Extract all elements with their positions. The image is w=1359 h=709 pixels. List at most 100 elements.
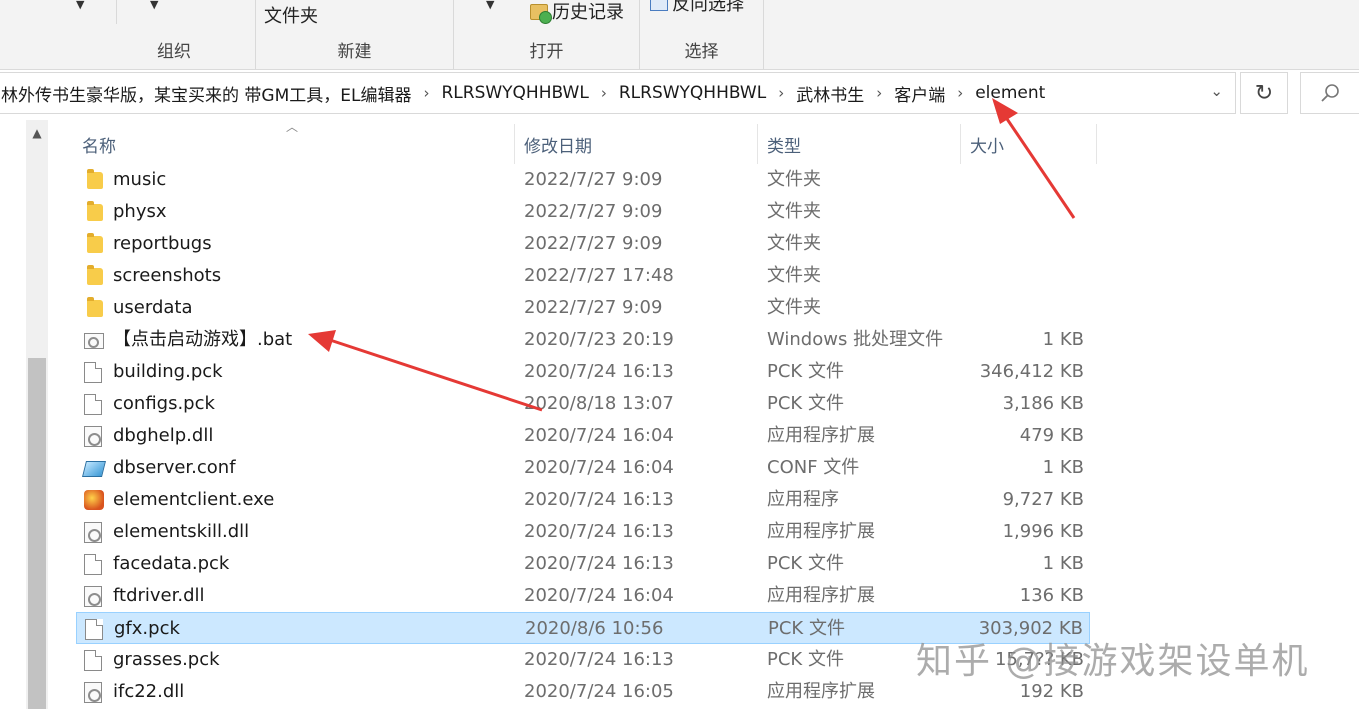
scroll-up-icon[interactable]: ▲ xyxy=(26,126,48,140)
file-date: 2020/7/24 16:04 xyxy=(524,585,674,606)
conf-icon xyxy=(82,461,106,477)
file-name: ftdriver.dll xyxy=(113,585,205,606)
file-size: 1 KB xyxy=(1042,457,1084,478)
chevron-right-icon[interactable]: › xyxy=(411,84,439,102)
file-type: Windows 批处理文件 xyxy=(767,329,944,350)
file-type: PCK 文件 xyxy=(767,553,844,574)
file-row[interactable]: elementclient.exe 2020/7/24 16:13 应用程序 9,72… xyxy=(76,484,1090,516)
dll-icon xyxy=(84,426,102,447)
file-date: 2020/7/24 16:13 xyxy=(524,361,674,382)
navigation-scrollbar[interactable]: ▲ xyxy=(26,120,48,709)
file-row[interactable]: dbserver.conf 2020/7/24 16:04 CONF 文件 1 KB xyxy=(76,452,1090,484)
file-row[interactable]: reportbugs 2022/7/27 9:09 文件夹 xyxy=(76,228,1090,260)
file-name: elementskill.dll xyxy=(113,521,250,542)
breadcrumb-item-current[interactable]: element xyxy=(973,83,1045,103)
ribbon-group-new: 文件夹 新建 xyxy=(256,0,454,69)
breadcrumb-item[interactable]: 客户端 xyxy=(892,81,945,106)
file-date: 2020/7/24 16:13 xyxy=(524,489,674,510)
chevron-down-icon[interactable]: ▼ xyxy=(486,0,494,11)
file-row[interactable]: elementskill.dll 2020/7/24 16:13 应用程序扩展 1,9… xyxy=(76,516,1090,548)
file-type: 文件夹 xyxy=(767,265,821,286)
file-type: 文件夹 xyxy=(767,297,821,318)
file-type: 应用程序扩展 xyxy=(767,681,875,702)
file-name: configs.pck xyxy=(113,393,215,414)
file-date: 2020/7/24 16:04 xyxy=(524,425,674,446)
file-date: 2020/7/24 16:05 xyxy=(524,681,674,702)
file-row[interactable]: configs.pck 2020/8/18 13:07 PCK 文件 3,186 KB xyxy=(76,388,1090,420)
file-name: dbserver.conf xyxy=(113,457,236,478)
file-type: PCK 文件 xyxy=(768,618,845,639)
column-header-date[interactable]: 修改日期 xyxy=(524,124,754,164)
file-name: facedata.pck xyxy=(113,553,230,574)
column-divider[interactable] xyxy=(757,124,758,164)
file-name: grasses.pck xyxy=(113,649,220,670)
dll-icon xyxy=(84,522,102,543)
column-divider[interactable] xyxy=(514,124,515,164)
file-date: 2022/7/27 9:09 xyxy=(524,297,663,318)
file-size: 3,186 KB xyxy=(1002,393,1084,414)
file-row[interactable]: physx 2022/7/27 9:09 文件夹 xyxy=(76,196,1090,228)
refresh-button[interactable]: ↻ xyxy=(1240,72,1288,114)
file-name: physx xyxy=(113,201,167,222)
file-type: 应用程序 xyxy=(767,489,839,510)
address-bar[interactable]: 林外传书生豪华版，某宝买来的 带GM工具，EL编辑器 › RLRSWYQHHBW… xyxy=(0,72,1236,114)
breadcrumb-item[interactable]: 林外传书生豪华版，某宝买来的 带GM工具，EL编辑器 xyxy=(0,81,411,106)
file-row[interactable]: facedata.pck 2020/7/24 16:13 PCK 文件 1 KB xyxy=(76,548,1090,580)
file-icon xyxy=(84,362,102,383)
refresh-icon: ↻ xyxy=(1254,80,1274,106)
file-type: PCK 文件 xyxy=(767,649,844,670)
dll-icon xyxy=(84,586,102,607)
file-name: reportbugs xyxy=(113,233,212,254)
file-row[interactable]: 【点击启动游戏】.bat 2020/7/23 20:19 Windows 批处理文件… xyxy=(76,324,1090,356)
file-row[interactable]: ftdriver.dll 2020/7/24 16:04 应用程序扩展 136 KB xyxy=(76,580,1090,612)
new-folder-button[interactable]: 文件夹 xyxy=(264,2,318,28)
file-date: 2020/7/24 16:13 xyxy=(524,553,674,574)
folder-icon xyxy=(87,265,103,285)
scrollbar-thumb[interactable] xyxy=(28,358,46,709)
history-label: 历史记录 xyxy=(552,2,624,23)
ribbon-group-open: ▼ 历史记录 打开 xyxy=(454,0,640,69)
column-divider[interactable] xyxy=(1096,124,1097,164)
address-dropdown-icon[interactable]: ⌄ xyxy=(1210,82,1223,100)
invert-selection-icon xyxy=(650,0,668,11)
file-date: 2022/7/27 9:09 xyxy=(524,201,663,222)
file-date: 2020/7/23 20:19 xyxy=(524,329,674,350)
file-size: 479 KB xyxy=(1019,425,1084,446)
file-row[interactable]: screenshots 2022/7/27 17:48 文件夹 xyxy=(76,260,1090,292)
column-header-label: 修改日期 xyxy=(524,136,592,157)
file-row[interactable]: music 2022/7/27 9:09 文件夹 xyxy=(76,164,1090,196)
file-row[interactable]: dbghelp.dll 2020/7/24 16:04 应用程序扩展 479 KB xyxy=(76,420,1090,452)
invert-selection-button[interactable]: 反向选择 xyxy=(650,0,744,16)
file-size: 136 KB xyxy=(1019,585,1084,606)
column-header-size[interactable]: 大小 xyxy=(970,124,1094,164)
file-date: 2022/7/27 9:09 xyxy=(524,169,663,190)
ribbon-group-label: 新建 xyxy=(337,42,372,62)
column-header-label: 名称 xyxy=(82,136,116,157)
search-box[interactable] xyxy=(1300,72,1359,114)
address-row: 林外传书生豪华版，某宝买来的 带GM工具，EL编辑器 › RLRSWYQHHBW… xyxy=(0,70,1359,116)
file-name: 【点击启动游戏】.bat xyxy=(113,329,293,350)
history-button[interactable]: 历史记录 xyxy=(530,0,624,24)
chevron-right-icon[interactable]: › xyxy=(766,84,794,102)
file-row[interactable]: userdata 2022/7/27 9:09 文件夹 xyxy=(76,292,1090,324)
invert-selection-label: 反向选择 xyxy=(672,0,744,15)
file-date: 2020/7/24 16:04 xyxy=(524,457,674,478)
column-header-type[interactable]: 类型 xyxy=(767,124,957,164)
file-type: CONF 文件 xyxy=(767,457,860,478)
search-icon xyxy=(1321,84,1339,102)
file-size: 1,996 KB xyxy=(1002,521,1084,542)
chevron-right-icon[interactable]: › xyxy=(589,84,617,102)
ribbon-group-label: 打开 xyxy=(529,42,564,62)
chevron-right-icon[interactable]: › xyxy=(864,84,892,102)
chevron-right-icon[interactable]: › xyxy=(945,84,973,102)
file-date: 2022/7/27 9:09 xyxy=(524,233,663,254)
breadcrumb-item[interactable]: 武林书生 xyxy=(794,81,864,106)
column-header-label: 大小 xyxy=(970,136,1004,157)
breadcrumb-item[interactable]: RLRSWYQHHBWL xyxy=(617,83,766,103)
file-row[interactable]: building.pck 2020/7/24 16:13 PCK 文件 346,412… xyxy=(76,356,1090,388)
column-header-name[interactable]: 名称 xyxy=(82,124,512,164)
file-size: 9,727 KB xyxy=(1002,489,1084,510)
column-divider[interactable] xyxy=(960,124,961,164)
breadcrumb-item[interactable]: RLRSWYQHHBWL xyxy=(439,83,588,103)
file-type: 文件夹 xyxy=(767,233,821,254)
